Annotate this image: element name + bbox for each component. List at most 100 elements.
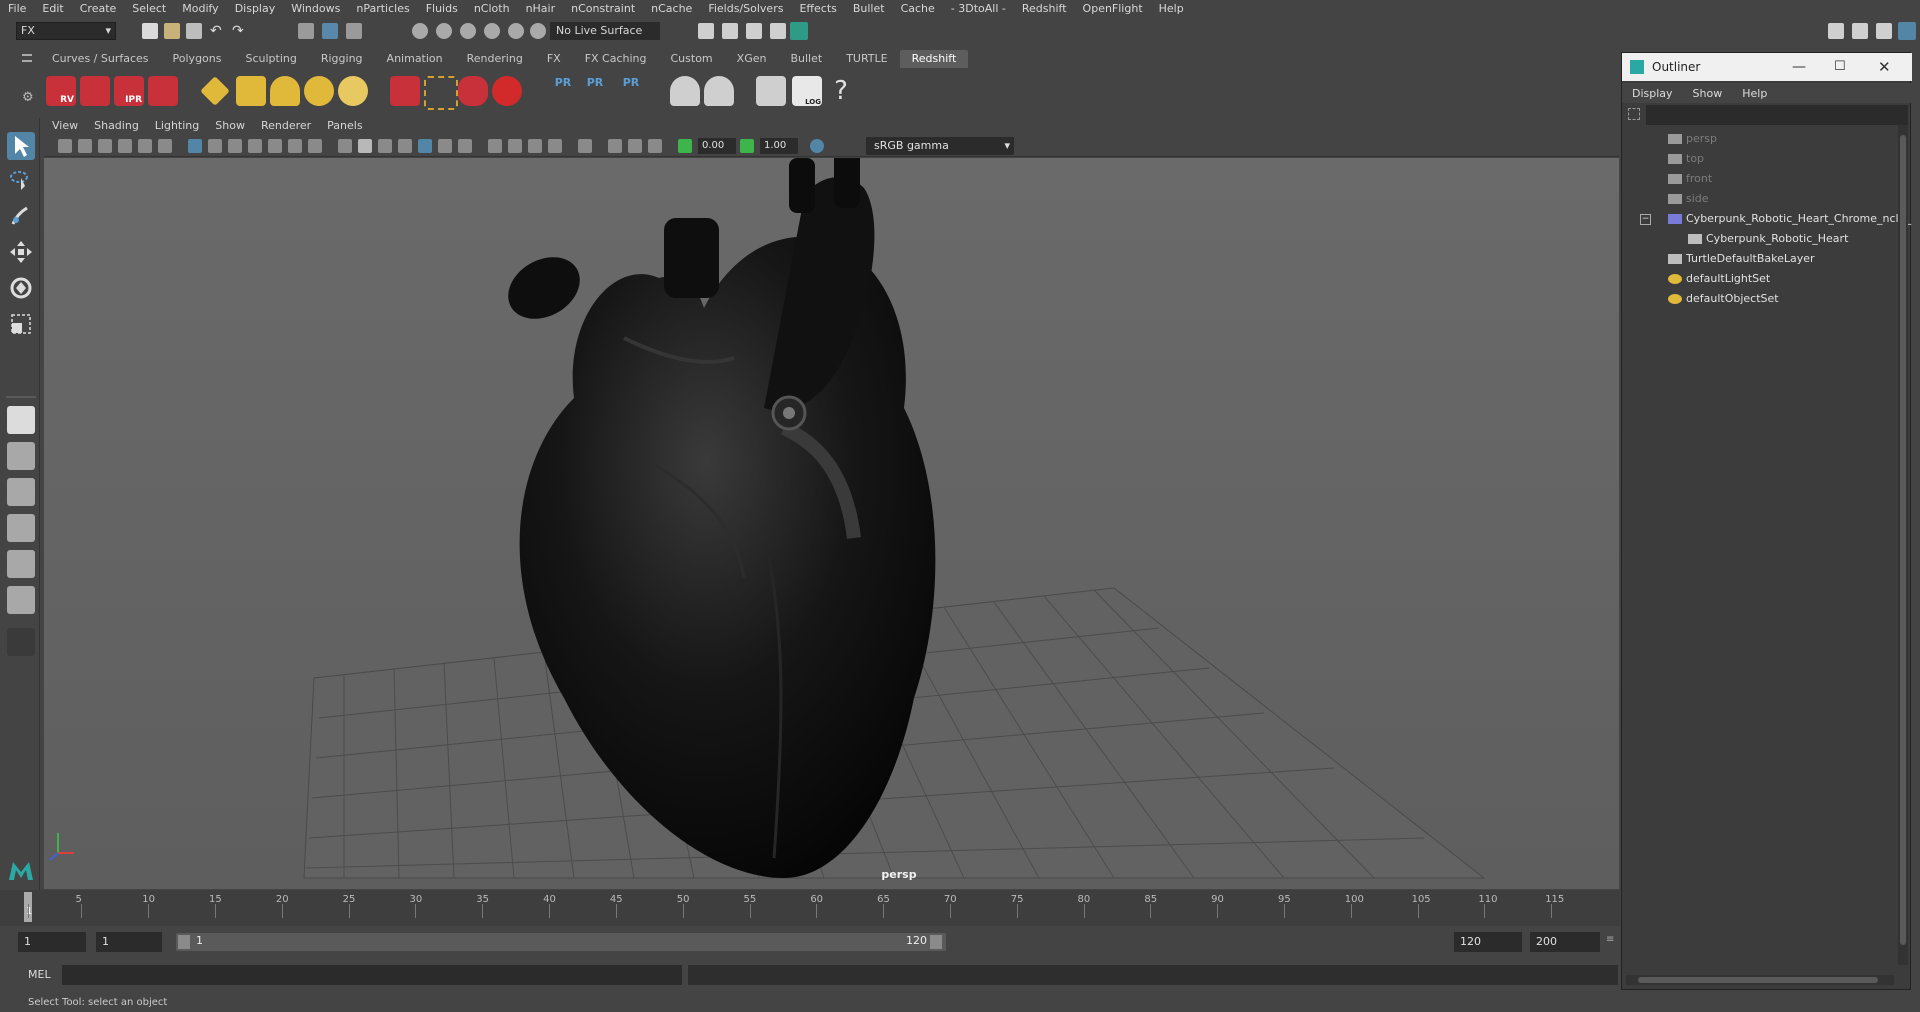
outliner-vertical-scrollbar[interactable] <box>1898 125 1908 965</box>
undo-icon[interactable]: ↶ <box>210 23 226 39</box>
range-slider[interactable]: 1 120 <box>176 933 946 951</box>
animation-start-field[interactable]: 1 <box>18 932 86 952</box>
shelf-menu-icon[interactable] <box>22 54 32 62</box>
hair-icon[interactable] <box>424 76 458 110</box>
menu-17[interactable]: - 3DtoAll - <box>943 2 1014 15</box>
render-view-icon[interactable]: RV <box>46 76 76 106</box>
minimize-icon[interactable]: — <box>1792 53 1806 81</box>
outliner-item[interactable]: top <box>1668 149 1704 169</box>
hypershade-layout-icon[interactable] <box>7 550 35 578</box>
menu-16[interactable]: Cache <box>893 2 943 15</box>
persp-graph-layout-icon[interactable] <box>7 514 35 542</box>
script-editor-icon[interactable] <box>756 76 786 106</box>
close-icon[interactable]: ✕ <box>1878 53 1891 81</box>
new-scene-icon[interactable] <box>142 23 158 39</box>
snap-point-icon[interactable] <box>460 23 476 39</box>
menu-8[interactable]: Fluids <box>418 2 466 15</box>
safe-action-icon[interactable] <box>288 139 302 153</box>
open-scene-icon[interactable] <box>164 23 180 39</box>
menu-4[interactable]: Modify <box>174 2 226 15</box>
gamma-field[interactable]: 1.00 <box>760 138 798 154</box>
smooth-shade-icon[interactable] <box>358 139 372 153</box>
xray-active-icon[interactable] <box>628 139 642 153</box>
menu-3[interactable]: Select <box>124 2 174 15</box>
wireframe-on-shaded-icon[interactable] <box>398 139 412 153</box>
help-icon[interactable]: ? <box>826 76 856 106</box>
outliner-horizontal-scrollbar[interactable] <box>1626 975 1894 985</box>
depth-of-field-icon[interactable] <box>548 139 562 153</box>
live-surface-field[interactable]: No Live Surface <box>550 22 660 40</box>
menu-10[interactable]: nHair <box>518 2 564 15</box>
menu-1[interactable]: Edit <box>34 2 71 15</box>
sun-sky-icon[interactable] <box>338 76 368 106</box>
xray-joints-icon[interactable] <box>648 139 662 153</box>
range-start-handle[interactable] <box>178 935 190 949</box>
outliner-item[interactable]: side <box>1668 189 1709 209</box>
field-chart-icon[interactable] <box>268 139 282 153</box>
safe-title-icon[interactable] <box>308 139 322 153</box>
menu-18[interactable]: Redshift <box>1014 2 1075 15</box>
render-frame-icon[interactable] <box>722 23 738 39</box>
anti-aliasing-icon[interactable] <box>528 139 542 153</box>
shadows-icon[interactable] <box>458 139 472 153</box>
outliner-item[interactable]: TurtleDefaultBakeLayer <box>1668 249 1815 269</box>
range-options-icon[interactable]: ≡ <box>1606 934 1614 945</box>
animation-end-field[interactable]: 200 <box>1530 932 1600 952</box>
spot-light-icon[interactable] <box>270 76 300 106</box>
pr-obj-icon[interactable]: PR <box>548 76 578 106</box>
volume-icon[interactable] <box>458 76 488 106</box>
snap-surface-icon[interactable] <box>508 23 524 39</box>
view-transform-dropdown[interactable]: sRGB gamma ▾ <box>866 137 1014 155</box>
ipr-render-icon[interactable] <box>746 23 762 39</box>
viewport-menu-1[interactable]: Shading <box>86 119 147 132</box>
filter-icon[interactable] <box>1628 108 1640 120</box>
color-management-icon[interactable] <box>810 139 824 153</box>
custom-layout-icon[interactable] <box>7 586 35 614</box>
hypershade-icon[interactable] <box>790 22 808 40</box>
expand-icon[interactable]: − <box>1640 214 1651 225</box>
select-hierarchy-icon[interactable] <box>298 23 314 39</box>
four-pane-layout-icon[interactable] <box>7 442 35 470</box>
menu-2[interactable]: Create <box>72 2 125 15</box>
outliner-menu-2[interactable]: Help <box>1732 87 1777 100</box>
outliner-item[interactable]: defaultObjectSet <box>1668 289 1779 309</box>
menu-14[interactable]: Effects <box>791 2 844 15</box>
shelf-tab-11[interactable]: TURTLE <box>834 50 899 68</box>
resolution-gate-icon[interactable] <box>228 139 242 153</box>
use-all-lights-icon[interactable] <box>438 139 452 153</box>
scale-tool-icon[interactable] <box>7 310 35 338</box>
textured-icon[interactable] <box>418 139 432 153</box>
render-settings-icon[interactable] <box>698 23 714 39</box>
gamma-icon[interactable] <box>740 139 754 153</box>
outliner-menu-1[interactable]: Show <box>1683 87 1733 100</box>
shelf-tab-1[interactable]: Polygons <box>161 50 234 68</box>
shelf-tab-9[interactable]: XGen <box>725 50 779 68</box>
shelf-tab-6[interactable]: FX <box>535 50 573 68</box>
exposure-icon[interactable] <box>678 139 692 153</box>
grid-icon[interactable] <box>188 139 202 153</box>
fog-icon[interactable] <box>704 76 734 106</box>
shelf-tab-10[interactable]: Bullet <box>778 50 834 68</box>
paint-select-icon[interactable] <box>7 202 35 230</box>
menu-13[interactable]: Fields/Solvers <box>700 2 791 15</box>
snap-live-icon[interactable] <box>530 23 546 39</box>
menu-19[interactable]: OpenFlight <box>1075 2 1151 15</box>
scrollbar-thumb[interactable] <box>1638 977 1878 983</box>
range-end-handle[interactable] <box>930 935 942 949</box>
attribute-editor-icon[interactable] <box>1852 23 1868 39</box>
grease-pencil-icon[interactable] <box>158 139 172 153</box>
redo-icon[interactable]: ↷ <box>232 23 248 39</box>
render-options-icon[interactable] <box>148 76 178 106</box>
pr-export-icon[interactable]: PR <box>580 76 610 106</box>
viewport-menu-0[interactable]: View <box>44 119 86 132</box>
ambient-occlusion-icon[interactable] <box>488 139 502 153</box>
menu-20[interactable]: Help <box>1151 2 1192 15</box>
channel-box-icon[interactable] <box>1898 22 1916 40</box>
menu-15[interactable]: Bullet <box>845 2 893 15</box>
outliner-item[interactable]: front <box>1668 169 1712 189</box>
time-slider[interactable]: 1 5 10 15 20 25 30 35 40 45 50 55 60 65 70 75 80 85 90 95 1… <box>0 890 1620 926</box>
scrollbar-thumb[interactable] <box>1900 135 1906 945</box>
gear-icon[interactable]: ⚙ <box>22 90 34 105</box>
select-component-icon[interactable] <box>346 23 362 39</box>
viewport-menu-3[interactable]: Show <box>207 119 253 132</box>
